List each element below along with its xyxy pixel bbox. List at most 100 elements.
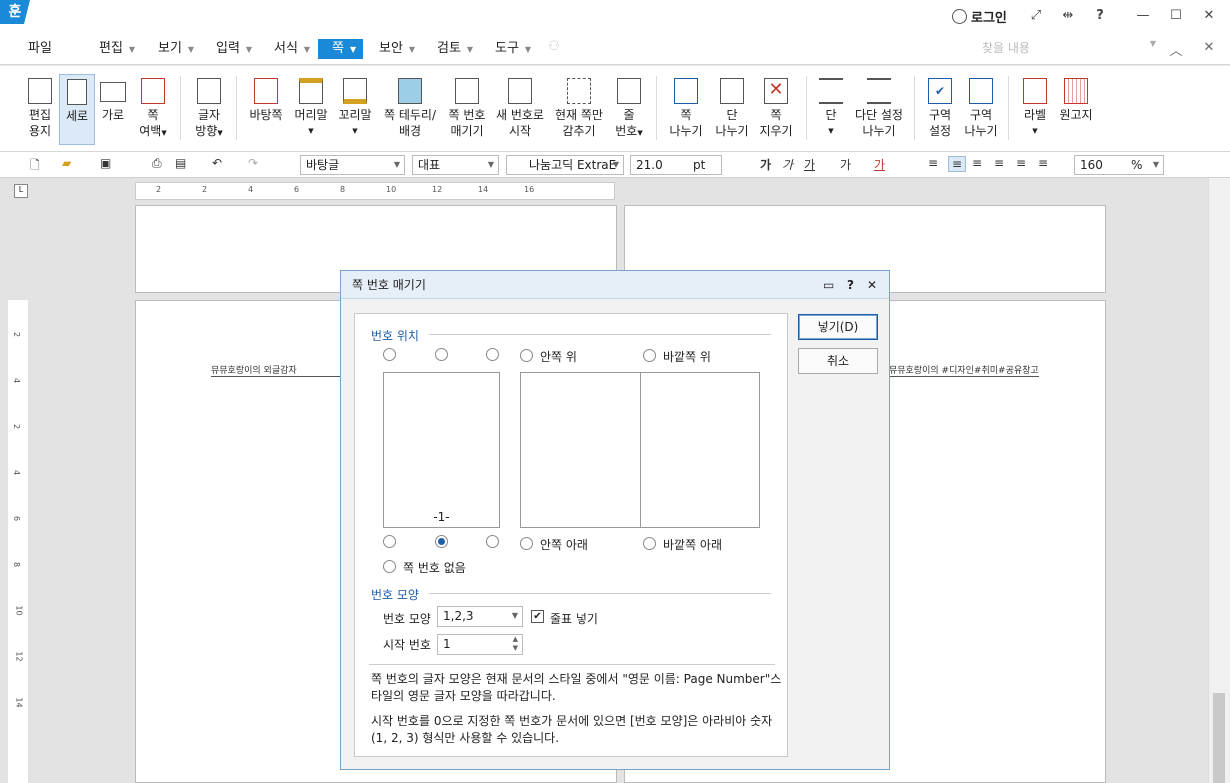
- help-icon[interactable]: ?: [847, 271, 854, 299]
- distribute-icon[interactable]: ≡: [1016, 156, 1026, 170]
- portrait-icon: [67, 79, 87, 105]
- multi-column-button[interactable]: 다단 설정 나누기: [852, 74, 906, 139]
- search-input[interactable]: 찾을 내용: [980, 37, 1158, 59]
- menu-tools[interactable]: 도구 ▼: [489, 39, 537, 59]
- text-direction-button[interactable]: 글자 방향▼: [190, 74, 228, 141]
- font-select[interactable]: 나눔고딕 ExtraE ▼: [506, 155, 624, 175]
- bold-icon[interactable]: 가: [760, 156, 771, 173]
- position-bottom-center-radio[interactable]: [435, 535, 448, 548]
- login-button[interactable]: 로그인: [952, 7, 1007, 26]
- style-note: 쪽 번호의 글자 모양은 현재 문서의 스타일 중에서 "영문 이름: Page…: [371, 671, 781, 705]
- print-icon[interactable]: ⎙: [152, 156, 162, 171]
- position-inner-bottom-radio[interactable]: [520, 537, 533, 550]
- split-view-icon[interactable]: ⇹: [1058, 8, 1078, 23]
- close-icon[interactable]: ✕: [867, 271, 877, 299]
- page-border-button[interactable]: 쪽 테두리/배경: [380, 74, 440, 139]
- menu-review[interactable]: 검토 ▼: [431, 39, 479, 59]
- header-button[interactable]: 머리말 ▼: [292, 74, 330, 139]
- underline-icon[interactable]: 가: [804, 156, 815, 173]
- maximize-icon[interactable]: ☐: [1166, 8, 1186, 23]
- fullscreen-icon[interactable]: ⤢: [1026, 8, 1046, 23]
- section-setup-button[interactable]: ✔ 구역 설정: [922, 74, 958, 139]
- search-dropdown-icon[interactable]: ▼: [1143, 39, 1163, 48]
- menu-file[interactable]: 파일: [22, 39, 58, 59]
- position-bottom-left-radio[interactable]: [383, 535, 396, 548]
- shape-select[interactable]: 1,2,3 ▼: [437, 606, 523, 627]
- menu-page[interactable]: 쪽 ▼: [318, 39, 363, 59]
- master-page-button[interactable]: 바탕쪽: [246, 74, 286, 123]
- label-button[interactable]: 라벨 ▼: [1018, 74, 1052, 139]
- menu-insert[interactable]: 입력 ▼: [210, 39, 258, 59]
- share-icon[interactable]: ⚇: [544, 39, 564, 54]
- menu-edit[interactable]: 편집 ▼: [93, 39, 141, 59]
- hide-page-button[interactable]: 현재 쪽만 감추기: [552, 74, 606, 139]
- page-margin-button[interactable]: 쪽 여백▼: [134, 74, 172, 141]
- app-logo[interactable]: 훈: [0, 0, 30, 24]
- vertical-scrollbar[interactable]: [1208, 178, 1230, 783]
- new-doc-icon[interactable]: 🗋: [30, 156, 40, 177]
- print-preview-icon[interactable]: ▤: [175, 156, 186, 170]
- new-number-button[interactable]: 새 번호로 시작: [494, 74, 546, 139]
- menu-format[interactable]: 서식 ▼: [268, 39, 316, 59]
- section-break-button[interactable]: 구역 나누기: [962, 74, 1000, 139]
- footer-button[interactable]: 꼬리말 ▼: [336, 74, 374, 139]
- scroll-thumb[interactable]: [1213, 693, 1225, 783]
- manuscript-button[interactable]: 원고지: [1056, 74, 1096, 123]
- minimize-icon[interactable]: —: [1133, 8, 1153, 23]
- font-color-icon[interactable]: 가: [874, 156, 885, 173]
- collapse-ribbon-icon[interactable]: ︿: [1166, 40, 1186, 59]
- vertical-ruler[interactable]: 2 4 2 4 6 8 10 12 14: [8, 300, 28, 783]
- strike-icon[interactable]: 가: [840, 156, 851, 173]
- btn-label: 글자: [197, 108, 221, 122]
- align-center-icon[interactable]: ≡: [972, 156, 982, 170]
- position-bottom-right-radio[interactable]: [486, 535, 499, 548]
- no-number-radio[interactable]: [383, 560, 396, 573]
- page-break-button[interactable]: 쪽 나누기: [666, 74, 706, 139]
- position-inner-top-radio[interactable]: [520, 349, 533, 362]
- divide-icon[interactable]: ≡: [1038, 156, 1048, 170]
- help-icon[interactable]: ?: [1090, 8, 1110, 23]
- align-left-icon[interactable]: ≡: [948, 156, 967, 172]
- menu-label: 입력: [216, 41, 240, 56]
- ruler-corner-icon[interactable]: L: [14, 184, 28, 198]
- paper-setup-button[interactable]: 편집 용지: [22, 74, 58, 139]
- insert-button[interactable]: 넣기(D): [798, 314, 878, 340]
- position-top-left-radio[interactable]: [383, 348, 396, 361]
- font-size-input[interactable]: 21.0 pt: [630, 155, 722, 175]
- start-number-input[interactable]: 1 ▲ ▼: [437, 634, 523, 655]
- landscape-button[interactable]: 가로: [97, 74, 129, 123]
- line-number-button[interactable]: 줄 번호▼: [612, 74, 646, 141]
- delete-page-button[interactable]: ✕ 쪽 지우기: [756, 74, 796, 139]
- portrait-button[interactable]: 세로: [59, 74, 95, 145]
- language-select[interactable]: 대표 ▼: [412, 155, 499, 175]
- position-outer-bottom-radio[interactable]: [643, 537, 656, 550]
- menu-security[interactable]: 보안 ▼: [373, 39, 421, 59]
- page-number-button[interactable]: 쪽 번호 매기기: [444, 74, 490, 139]
- chevron-down-icon: ▼: [349, 45, 357, 54]
- close-doc-icon[interactable]: ✕: [1199, 40, 1219, 55]
- style-select[interactable]: 바탕글 ▼: [300, 155, 405, 175]
- columns-button[interactable]: 단 ▼: [814, 74, 848, 139]
- dash-checkbox[interactable]: ✔: [531, 610, 544, 623]
- position-outer-top-radio[interactable]: [643, 349, 656, 362]
- open-folder-icon[interactable]: ▰: [62, 156, 71, 170]
- position-top-right-radio[interactable]: [486, 348, 499, 361]
- horizontal-ruler[interactable]: 2 2 4 6 8 10 12 14 16: [135, 182, 615, 200]
- btn-label: 구역: [969, 108, 993, 122]
- close-icon[interactable]: ✕: [1199, 8, 1219, 23]
- position-top-center-radio[interactable]: [435, 348, 448, 361]
- ruler-tick-label: 14: [478, 185, 489, 194]
- save-icon[interactable]: ▣: [100, 156, 111, 170]
- column-break-button[interactable]: 단 나누기: [712, 74, 752, 139]
- zoom-unit: %: [1131, 158, 1143, 172]
- redo-icon[interactable]: ↷: [248, 156, 258, 170]
- italic-icon[interactable]: 가: [782, 156, 793, 173]
- cancel-button[interactable]: 취소: [798, 348, 878, 374]
- chevron-down-icon: ▼: [245, 45, 253, 54]
- zoom-input[interactable]: 160% ▼: [1074, 155, 1164, 175]
- undo-icon[interactable]: ↶: [212, 156, 222, 170]
- align-justify-icon[interactable]: ≡: [928, 156, 938, 170]
- align-right-icon[interactable]: ≡: [994, 156, 1004, 170]
- menu-view[interactable]: 보기 ▼: [152, 39, 200, 59]
- comment-icon[interactable]: ▭: [823, 271, 834, 299]
